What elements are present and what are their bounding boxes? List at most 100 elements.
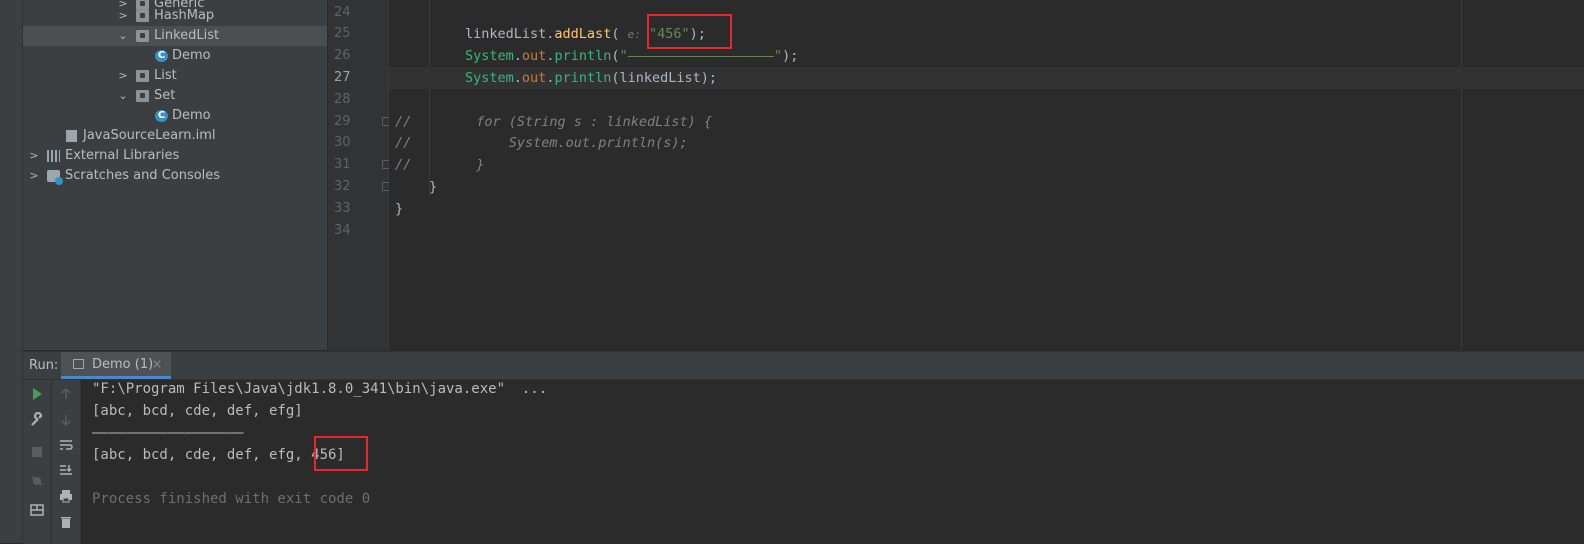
chevron-right-icon[interactable]: > bbox=[117, 66, 129, 86]
left-tool-strip bbox=[0, 0, 23, 543]
line-number: 31 bbox=[334, 157, 351, 172]
code-line-31[interactable]: // } bbox=[389, 154, 1584, 176]
layout-icon[interactable] bbox=[29, 502, 45, 518]
print-icon[interactable] bbox=[58, 488, 74, 504]
debug-icon[interactable] bbox=[29, 472, 45, 488]
soft-wrap-icon[interactable] bbox=[58, 437, 74, 453]
run-toolbar-primary bbox=[23, 380, 52, 544]
run-panel: Run: Demo (1) × "F:\Program Files\Java\j… bbox=[23, 351, 1584, 544]
code-identifier: linkedList bbox=[465, 26, 547, 42]
code-line-33[interactable]: } bbox=[389, 198, 1584, 220]
line-number: 32 bbox=[334, 179, 351, 194]
code-field: out bbox=[521, 48, 547, 64]
console-line: Process finished with exit code 0 bbox=[92, 491, 371, 507]
tab-demo-run[interactable]: Demo (1) × bbox=[61, 352, 171, 379]
code-punct: ); bbox=[782, 48, 799, 64]
code-punct: ); bbox=[700, 70, 718, 86]
line-number: 34 bbox=[334, 223, 351, 238]
tree-item-label: JavaSourceLearn.iml bbox=[83, 128, 216, 143]
console-line: "F:\Program Files\Java\jdk1.8.0_341\bin\… bbox=[92, 381, 548, 397]
console-line: [abc, bcd, cde, def, efg, 456] bbox=[92, 447, 345, 463]
run-panel-header: Run: Demo (1) × bbox=[23, 352, 1584, 380]
project-tree: > Generic > HashMap ⌄ LinkedList Demo > … bbox=[23, 0, 327, 350]
tree-item-external-libraries[interactable]: > External Libraries bbox=[23, 146, 327, 166]
console-line: —————————————————— bbox=[92, 425, 244, 441]
run-toolbar-secondary bbox=[52, 380, 81, 544]
chevron-right-icon[interactable]: > bbox=[28, 146, 40, 166]
console-line: [abc, bcd, cde, def, efg] bbox=[92, 403, 303, 419]
code-comment: // } bbox=[395, 157, 485, 173]
tree-item-label: Set bbox=[154, 88, 176, 103]
rerun-icon[interactable] bbox=[29, 386, 45, 402]
code-identifier: linkedList bbox=[619, 70, 701, 86]
tree-item-label: HashMap bbox=[154, 8, 215, 23]
tree-item-set-demo[interactable]: Demo bbox=[23, 106, 327, 126]
run-label: Run: bbox=[29, 358, 59, 373]
tree-item-label: Scratches and Consoles bbox=[65, 168, 221, 183]
line-number: 24 bbox=[334, 5, 351, 20]
folder-icon bbox=[136, 10, 149, 22]
tree-item-scratches[interactable]: > Scratches and Consoles bbox=[23, 166, 327, 186]
code-string: "456" bbox=[648, 26, 690, 42]
code-comment: // System.out.println(s); bbox=[395, 135, 688, 151]
close-icon[interactable]: × bbox=[152, 352, 162, 377]
code-line-26[interactable]: System.out.println("——————————————————")… bbox=[389, 45, 1584, 67]
line-number: 26 bbox=[334, 48, 351, 63]
line-number-gutter[interactable]: 24 25 26 27 28 29 30 31 32 33 34 bbox=[328, 0, 391, 350]
tree-item-label: Demo bbox=[172, 48, 211, 63]
wrench-icon[interactable] bbox=[29, 412, 45, 428]
scroll-to-end-icon[interactable] bbox=[58, 462, 74, 478]
tree-item-linkedlist[interactable]: ⌄ LinkedList bbox=[23, 26, 327, 46]
stop-icon[interactable] bbox=[29, 444, 45, 460]
console-icon bbox=[73, 359, 84, 369]
tree-item-label: List bbox=[154, 68, 177, 83]
run-tab-label: Demo (1) bbox=[92, 357, 154, 372]
scratches-icon bbox=[47, 170, 63, 185]
arrow-down-icon[interactable] bbox=[58, 412, 74, 428]
line-number: 25 bbox=[334, 26, 351, 41]
code-editor[interactable]: linkedList.addLast( e: "456"); System.ou… bbox=[389, 0, 1584, 350]
code-line-29[interactable]: // for (String s : linkedList) { bbox=[389, 111, 1584, 133]
line-number: 29 bbox=[334, 114, 351, 129]
code-line-27[interactable]: System.out.println(linkedList); bbox=[389, 67, 1584, 89]
parameter-hint: e: bbox=[627, 28, 641, 41]
module-file-icon bbox=[66, 130, 77, 142]
java-class-icon bbox=[155, 46, 168, 66]
java-class-icon bbox=[155, 106, 168, 126]
code-line-30[interactable]: // System.out.println(s); bbox=[389, 132, 1584, 154]
arrow-up-icon[interactable] bbox=[58, 386, 74, 402]
code-method: println bbox=[554, 70, 612, 86]
console-output[interactable]: "F:\Program Files\Java\jdk1.8.0_341\bin\… bbox=[81, 380, 1584, 544]
line-number: 28 bbox=[334, 92, 351, 107]
tree-item-list[interactable]: > List bbox=[23, 66, 327, 86]
code-line-25[interactable]: linkedList.addLast( e: "456"); bbox=[389, 23, 1584, 45]
code-class: System bbox=[465, 70, 514, 86]
folder-icon bbox=[136, 90, 149, 102]
trash-icon[interactable] bbox=[58, 514, 74, 530]
tree-item-label: LinkedList bbox=[154, 28, 220, 43]
chevron-down-icon[interactable]: ⌄ bbox=[117, 26, 129, 46]
folder-icon bbox=[136, 70, 149, 82]
chevron-down-icon[interactable]: ⌄ bbox=[117, 86, 129, 106]
code-class: System bbox=[465, 48, 514, 64]
code-brace: } bbox=[395, 201, 404, 217]
tree-item-label: Demo bbox=[172, 108, 211, 123]
code-punct: ); bbox=[689, 26, 706, 42]
line-number: 27 bbox=[334, 70, 351, 85]
code-brace: } bbox=[429, 179, 438, 195]
code-string: "——————————————————" bbox=[619, 48, 783, 64]
chevron-right-icon[interactable]: > bbox=[117, 6, 129, 26]
library-icon bbox=[47, 150, 60, 162]
folder-icon bbox=[136, 30, 149, 42]
tree-item-set[interactable]: ⌄ Set bbox=[23, 86, 327, 106]
chevron-right-icon[interactable]: > bbox=[28, 166, 40, 186]
code-method: println bbox=[554, 48, 612, 64]
tree-item-linkedlist-demo[interactable]: Demo bbox=[23, 46, 327, 66]
code-line-32[interactable]: } bbox=[389, 176, 1584, 198]
tree-item-hashmap[interactable]: > HashMap bbox=[23, 6, 327, 26]
code-comment: // for (String s : linkedList) { bbox=[395, 114, 712, 130]
code-field: out bbox=[521, 70, 547, 86]
line-number: 30 bbox=[334, 135, 351, 150]
tree-item-iml[interactable]: JavaSourceLearn.iml bbox=[23, 126, 327, 146]
code-method: addLast bbox=[554, 26, 612, 42]
